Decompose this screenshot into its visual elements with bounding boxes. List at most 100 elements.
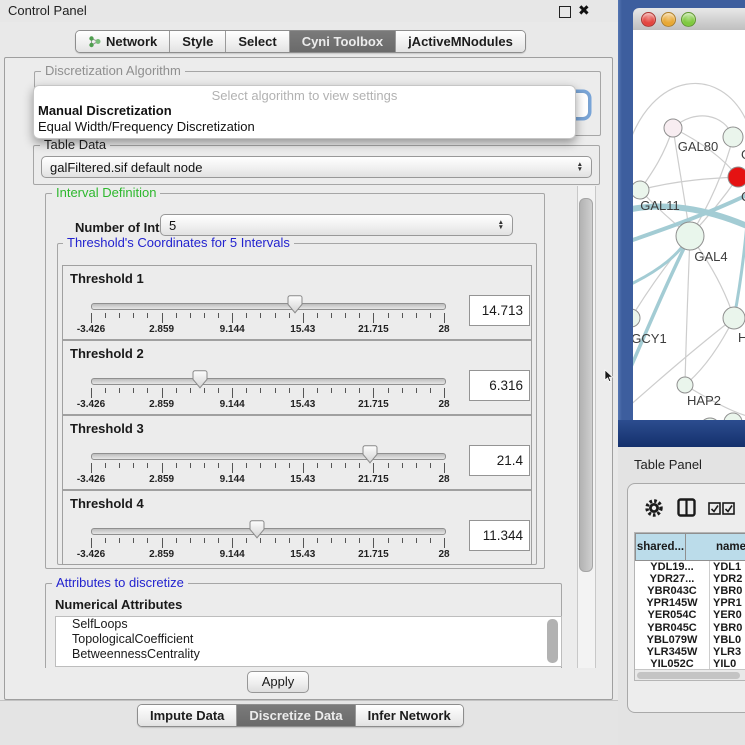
threshold-4-panel: Threshold 4-3.4262.8599.14415.4321.71528… bbox=[62, 490, 532, 565]
network-edge[interactable] bbox=[640, 177, 738, 190]
table-row[interactable]: YBL079WYBL0 bbox=[635, 634, 745, 646]
slider-tick-label: 9.144 bbox=[202, 474, 262, 485]
network-node-gal11[interactable] bbox=[633, 181, 649, 199]
tab-discretize-data[interactable]: Discretize Data bbox=[237, 705, 355, 726]
algorithm-dropdown-popup: Select algorithm to view settings Manual… bbox=[33, 85, 576, 139]
float-window-icon[interactable] bbox=[559, 6, 571, 18]
threshold-slider-track[interactable] bbox=[91, 378, 446, 385]
table-row[interactable]: YBR043CYBR0 bbox=[635, 585, 745, 597]
slider-tick bbox=[162, 388, 163, 398]
slider-tick bbox=[317, 538, 318, 543]
threshold-value-field[interactable]: 21.4 bbox=[469, 445, 530, 476]
threshold-slider-track[interactable] bbox=[91, 528, 446, 535]
table-row[interactable]: YBR045CYBR0 bbox=[635, 621, 745, 633]
table-row[interactable]: YER054CYER0 bbox=[635, 609, 745, 621]
table-row[interactable]: YLR345WYLR3 bbox=[635, 646, 745, 658]
slider-thumb[interactable] bbox=[362, 445, 378, 464]
slider-tick bbox=[444, 463, 445, 473]
slider-tick bbox=[303, 313, 304, 323]
network-node-gal80[interactable] bbox=[664, 119, 682, 137]
split-columns-icon[interactable] bbox=[677, 498, 696, 517]
column-divider bbox=[709, 561, 710, 669]
slider-tick bbox=[232, 463, 233, 473]
slider-tick bbox=[218, 463, 219, 468]
gear-icon[interactable] bbox=[644, 498, 664, 518]
threshold-value-field[interactable]: 11.344 bbox=[469, 520, 530, 551]
cell-name: YDR2 bbox=[709, 573, 745, 585]
threshold-label: Threshold 4 bbox=[70, 496, 144, 511]
slider-tick bbox=[359, 538, 360, 543]
slider-tick bbox=[275, 463, 276, 468]
numerical-attributes-label: Numerical Attributes bbox=[55, 597, 182, 612]
slider-tick bbox=[147, 313, 148, 318]
list-item-topologicalcoefficient[interactable]: TopologicalCoefficient bbox=[56, 632, 561, 647]
table-row[interactable]: YDR27...YDR2 bbox=[635, 573, 745, 585]
network-edge[interactable] bbox=[640, 128, 673, 190]
checkbox-icon[interactable] bbox=[708, 502, 721, 515]
table-row[interactable]: YPR145WYPR1 bbox=[635, 597, 745, 609]
algorithm-option-manual-discretization[interactable]: Manual Discretization bbox=[38, 103, 172, 118]
algorithm-option-equal-width-frequency-discretization[interactable]: Equal Width/Frequency Discretization bbox=[38, 119, 255, 134]
attributes-group-title: Attributes to discretize bbox=[52, 576, 188, 590]
zoom-traffic-light-icon[interactable] bbox=[681, 12, 696, 27]
slider-tick bbox=[260, 388, 261, 393]
close-icon[interactable]: ✖ bbox=[578, 2, 590, 19]
numerical-attributes-list[interactable]: SelfLoopsTopologicalCoefficientBetweenne… bbox=[55, 616, 562, 667]
column-header-shared-name[interactable]: shared... bbox=[635, 533, 686, 561]
network-node-gal4[interactable] bbox=[676, 222, 704, 250]
slider-thumb[interactable] bbox=[249, 520, 265, 539]
table-hscrollbar-track[interactable] bbox=[635, 669, 745, 681]
column-header-name[interactable]: name bbox=[686, 533, 745, 561]
tab-style[interactable]: Style bbox=[170, 31, 226, 52]
list-item-betweennesscentrality[interactable]: BetweennessCentrality bbox=[56, 647, 561, 662]
node-label: GAL4 bbox=[694, 249, 727, 264]
network-view-canvas[interactable]: GAL80GACGAL11GAL4GCY1HAHAP2 bbox=[633, 30, 745, 420]
slider-thumb[interactable] bbox=[287, 295, 303, 314]
threshold-value-field[interactable]: 14.713 bbox=[469, 295, 530, 326]
slider-thumb[interactable] bbox=[192, 370, 208, 389]
network-node-ha[interactable] bbox=[723, 307, 745, 329]
tab-select[interactable]: Select bbox=[226, 31, 289, 52]
list-item-selfloops[interactable]: SelfLoops bbox=[56, 617, 561, 632]
tab-cyni-toolbox[interactable]: Cyni Toolbox bbox=[290, 31, 396, 52]
minimize-traffic-light-icon[interactable] bbox=[661, 12, 676, 27]
slider-tick-label: 2.859 bbox=[132, 549, 192, 560]
table-panel-box: shared... name YDL19...YDL1YDR27...YDR2Y… bbox=[627, 483, 745, 713]
tab-impute-data[interactable]: Impute Data bbox=[138, 705, 237, 726]
tab-infer-network[interactable]: Infer Network bbox=[356, 705, 463, 726]
table-row[interactable]: YDL19...YDL1 bbox=[635, 561, 745, 573]
slider-tick bbox=[190, 538, 191, 543]
slider-tick bbox=[402, 463, 403, 468]
network-node-hap2[interactable] bbox=[677, 377, 693, 393]
list-scrollbar[interactable] bbox=[547, 619, 558, 663]
threshold-slider-track[interactable] bbox=[91, 303, 446, 310]
tab-jactivemnodules[interactable]: jActiveMNodules bbox=[396, 31, 525, 52]
table-hscrollbar-thumb[interactable] bbox=[637, 672, 740, 679]
network-node-ga[interactable] bbox=[723, 127, 743, 147]
network-node-c[interactable] bbox=[728, 167, 745, 187]
slider-tick-label: 15.43 bbox=[273, 324, 333, 335]
threshold-3-panel: Threshold 3-3.4262.8599.14415.4321.71528… bbox=[62, 415, 532, 490]
node-attribute-table[interactable]: shared... name YDL19...YDL1YDR27...YDR2Y… bbox=[634, 532, 745, 681]
network-edge[interactable] bbox=[734, 212, 745, 318]
main-scrollbar-thumb[interactable] bbox=[579, 198, 593, 572]
slider-tick bbox=[317, 388, 318, 393]
stepper-arrows-icon: ▲▼ bbox=[577, 162, 583, 172]
tab-network[interactable]: Network bbox=[76, 31, 170, 52]
network-edge[interactable] bbox=[633, 236, 690, 376]
threshold-slider-track[interactable] bbox=[91, 453, 446, 460]
checkbox-icon[interactable] bbox=[722, 502, 735, 515]
network-edge[interactable] bbox=[685, 236, 690, 385]
slider-tick bbox=[317, 463, 318, 468]
slider-tick bbox=[147, 538, 148, 543]
network-node[interactable] bbox=[700, 418, 720, 420]
threshold-value-field[interactable]: 6.316 bbox=[469, 370, 530, 401]
slider-tick-label: 21.715 bbox=[343, 549, 403, 560]
table-data-combobox[interactable]: galFiltered.sif default node ▲▼ bbox=[41, 156, 592, 178]
slider-tick bbox=[176, 538, 177, 543]
close-traffic-light-icon[interactable] bbox=[641, 12, 656, 27]
cell-shared-name: YER054C bbox=[635, 609, 709, 621]
node-label: GAL11 bbox=[640, 198, 680, 213]
apply-button[interactable]: Apply bbox=[247, 671, 309, 693]
network-node-gcy1[interactable] bbox=[633, 309, 640, 327]
